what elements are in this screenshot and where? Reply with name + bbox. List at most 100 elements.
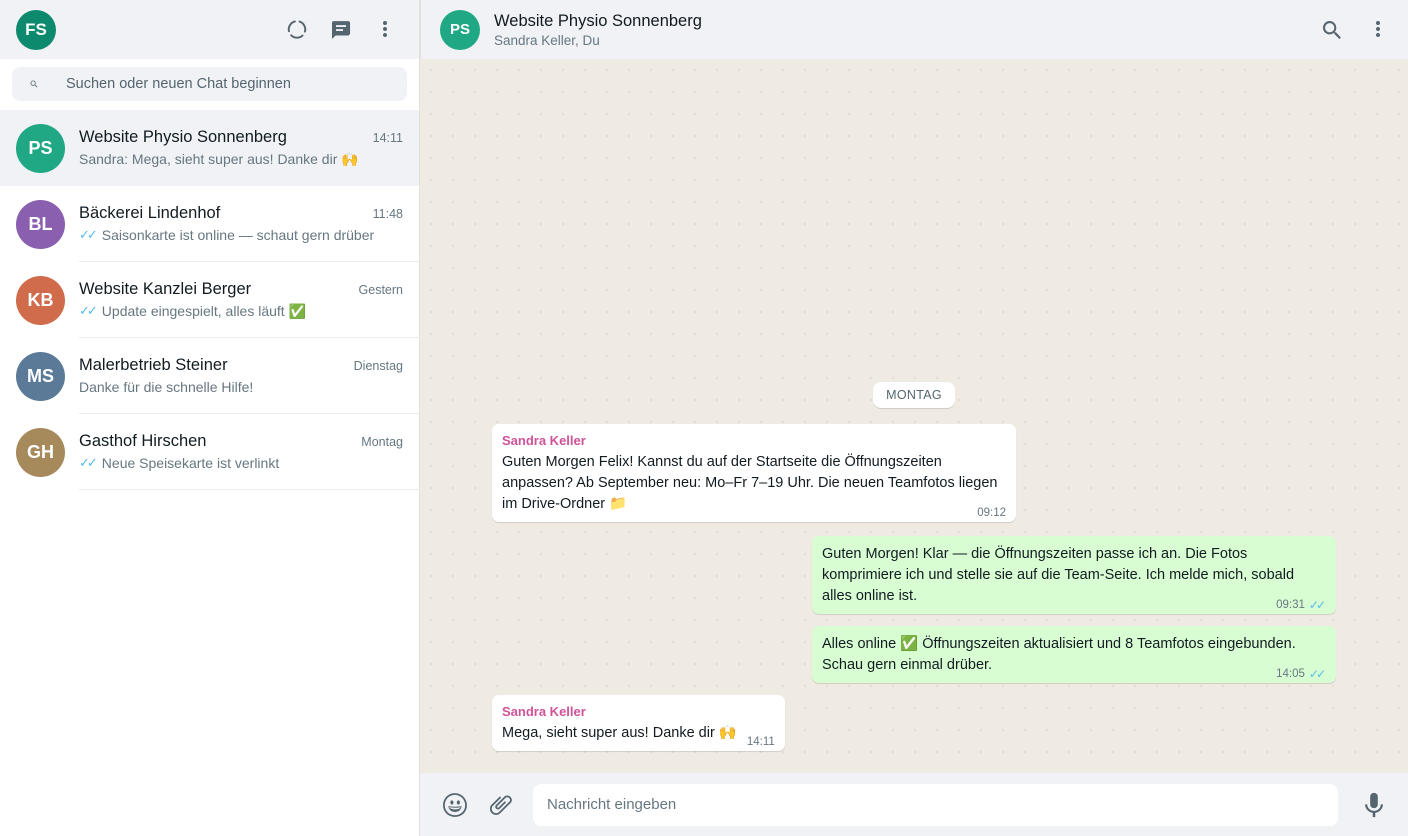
- chat-item-body: Malerbetrieb Steiner Dienstag Danke für di…: [79, 338, 419, 414]
- chat-preview-row: ✓✓ Neue Speisekarte ist verlinkt: [79, 455, 403, 471]
- read-receipt-icon: ✓✓: [79, 227, 98, 242]
- message-time: 14:05: [1276, 668, 1305, 680]
- chat-item-body: Gasthof Hirschen Montag ✓✓ Neue Speisekarte…: [79, 414, 419, 490]
- chat-list-item[interactable]: KB Website Kanzlei Berger Gestern ✓✓ Update …: [0, 262, 419, 338]
- conversation-menu-button[interactable]: [1360, 12, 1396, 48]
- new-chat-button[interactable]: [323, 12, 359, 48]
- search-container: [0, 59, 419, 110]
- search-input[interactable]: [66, 76, 395, 92]
- chat-preview-row: ✓✓ Saisonkarte ist online — schaut gern d…: [79, 227, 403, 243]
- paperclip-icon: [489, 794, 512, 815]
- conversation-participants: Sandra Keller, Du: [494, 32, 600, 48]
- sidebar-menu-button[interactable]: [367, 12, 403, 48]
- chat-name: Bäckerei Lindenhof: [79, 204, 221, 222]
- chat-avatar: PS: [16, 123, 65, 173]
- chat-time: 14:11: [372, 130, 403, 145]
- sidebar-header-actions: [279, 12, 403, 48]
- message-input[interactable]: [547, 796, 1324, 813]
- chat-item-body: Bäckerei Lindenhof 11:48 ✓✓ Saisonkarte ist…: [79, 186, 419, 262]
- chat-time: Gestern: [358, 282, 403, 297]
- chat-avatar: KB: [16, 275, 65, 325]
- chat-item-body: Website Physio Sonnenberg 14:11 Sandra: Me…: [79, 110, 419, 186]
- outgoing-message[interactable]: Guten Morgen! Klar — die Öffnungszeiten …: [812, 536, 1336, 614]
- chat-preview: Neue Speisekarte ist verlinkt: [101, 455, 280, 471]
- my-avatar[interactable]: FS: [16, 9, 56, 50]
- chat-name: Malerbetrieb Steiner: [79, 356, 228, 374]
- chat-sidebar: FS PS Website Physio Sonnenberg 14:11 Sandr…: [0, 0, 420, 836]
- message-meta: 14:11: [747, 735, 775, 750]
- message-sender: Sandra Keller: [502, 433, 586, 448]
- conversation-titles: Website Physio Sonnenberg Sandra Keller,…: [494, 12, 702, 48]
- microphone-icon: [1365, 792, 1383, 817]
- chat-list-item[interactable]: PS Website Physio Sonnenberg 14:11 Sandra: …: [0, 110, 419, 186]
- chat-preview: Saisonkarte ist online — schaut gern drü…: [101, 227, 375, 243]
- message-text: Mega, sieht super aus! Danke dir 🙌: [502, 725, 737, 741]
- chat-preview-row: ✓✓ Update eingespielt, alles läuft ✅: [79, 303, 403, 320]
- message-sender: Sandra Keller: [502, 704, 586, 719]
- message-composer: [420, 773, 1408, 836]
- chat-avatar: GH: [16, 427, 65, 477]
- conversation-avatar[interactable]: PS: [440, 9, 480, 50]
- message-meta: 09:12: [977, 506, 1006, 521]
- chat-preview: Sandra: Mega, sieht super aus! Danke dir…: [79, 150, 359, 167]
- conversation-panel: PS Website Physio Sonnenberg Sandra Kell…: [420, 0, 1408, 836]
- read-receipt-icon: ✓✓: [79, 455, 98, 470]
- chat-avatar: BL: [16, 199, 65, 249]
- emoji-icon: [443, 792, 467, 817]
- conversation-search-button[interactable]: [1314, 12, 1350, 48]
- chat-preview: Update eingespielt, alles läuft ✅: [101, 302, 307, 319]
- read-receipt-icon: ✓✓: [79, 303, 98, 318]
- chat-item-header: Bäckerei Lindenhof 11:48: [79, 204, 403, 223]
- status-icon: [287, 19, 307, 39]
- chat-preview-row: Danke für die schnelle Hilfe!: [79, 379, 403, 395]
- message-time: 09:31: [1276, 599, 1305, 611]
- day-separator: MONTAG: [873, 382, 955, 408]
- outgoing-message[interactable]: Alles online ✅ Öffnungszeiten aktualisie…: [812, 626, 1336, 683]
- chat-preview: Danke für die schnelle Hilfe!: [79, 379, 254, 395]
- conversation-header[interactable]: PS Website Physio Sonnenberg Sandra Kell…: [420, 0, 1408, 59]
- conversation-title: Website Physio Sonnenberg: [494, 11, 702, 30]
- incoming-message[interactable]: Sandra Keller Guten Morgen Felix! Kannst …: [492, 424, 1016, 522]
- chat-item-header: Website Kanzlei Berger Gestern: [79, 280, 403, 299]
- chat-list-item[interactable]: MS Malerbetrieb Steiner Dienstag Danke für …: [0, 338, 419, 414]
- emoji-button[interactable]: [437, 787, 473, 823]
- message-area[interactable]: MONTAG Sandra Keller Guten Morgen Felix! …: [420, 59, 1408, 773]
- message-text: Guten Morgen Felix! Kannst du auf der St…: [502, 454, 998, 512]
- conversation-header-actions: [1314, 12, 1396, 48]
- chat-item-header: Website Physio Sonnenberg 14:11: [79, 128, 403, 147]
- message-input-box: [533, 783, 1338, 826]
- chat-time: 11:48: [372, 207, 403, 221]
- search-icon: [1323, 20, 1341, 39]
- chat-preview-row: Sandra: Mega, sieht super aus! Danke dir…: [79, 151, 403, 168]
- menu-icon: [1375, 20, 1381, 37]
- message-list: MONTAG Sandra Keller Guten Morgen Felix! …: [420, 382, 1408, 751]
- chat-name: Website Physio Sonnenberg: [79, 127, 287, 146]
- search-box: [12, 67, 407, 101]
- message-time: 14:11: [746, 736, 775, 748]
- incoming-message[interactable]: Sandra Keller Mega, sieht super aus! Dank…: [492, 695, 785, 751]
- message-time: 09:12: [977, 507, 1006, 519]
- chat-list-item[interactable]: GH Gasthof Hirschen Montag ✓✓ Neue Speisekar…: [0, 414, 419, 490]
- chat-time: Dienstag: [353, 359, 403, 373]
- search-icon: [30, 80, 38, 88]
- read-receipt-icon: ✓✓: [1308, 667, 1326, 681]
- message-text: Guten Morgen! Klar — die Öffnungszeiten …: [822, 546, 1295, 604]
- voice-message-button[interactable]: [1356, 787, 1392, 823]
- status-button[interactable]: [279, 12, 315, 48]
- read-receipt-icon: ✓✓: [1308, 598, 1326, 612]
- chat-name: Gasthof Hirschen: [79, 432, 207, 450]
- new-chat-icon: [332, 20, 351, 39]
- chat-list: PS Website Physio Sonnenberg 14:11 Sandra: …: [0, 110, 419, 836]
- message-meta: 09:31 ✓✓: [1276, 598, 1326, 613]
- attach-button[interactable]: [483, 787, 519, 823]
- message-meta: 14:05 ✓✓: [1276, 667, 1326, 682]
- sidebar-header: FS: [0, 0, 419, 59]
- chat-list-item[interactable]: BL Bäckerei Lindenhof 11:48 ✓✓ Saisonkarte i…: [0, 186, 419, 262]
- chat-time: Montag: [361, 435, 403, 449]
- chat-item-header: Malerbetrieb Steiner Dienstag: [79, 356, 403, 375]
- menu-icon: [382, 20, 388, 37]
- chat-avatar: MS: [16, 351, 65, 401]
- message-text: Alles online ✅ Öffnungszeiten aktualisie…: [822, 636, 1296, 673]
- chat-item-body: Website Kanzlei Berger Gestern ✓✓ Update ei…: [79, 262, 419, 338]
- chat-item-header: Gasthof Hirschen Montag: [79, 432, 403, 451]
